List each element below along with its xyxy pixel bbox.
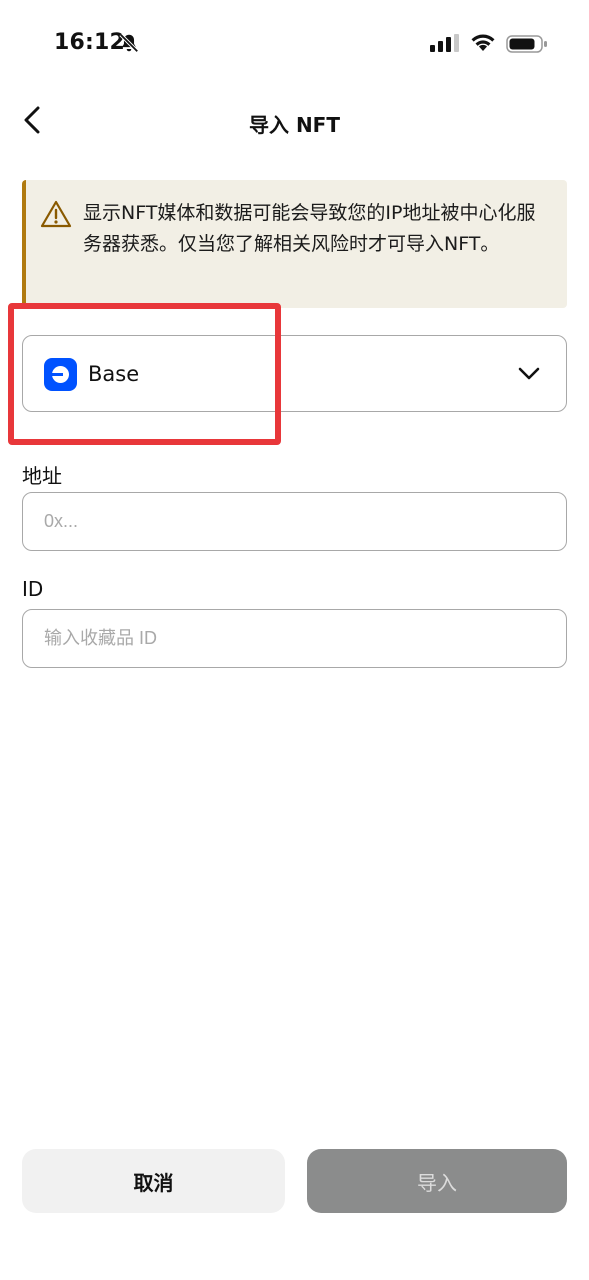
wifi-icon: [471, 34, 495, 51]
base-network-icon: [44, 358, 77, 391]
address-input[interactable]: [22, 492, 567, 551]
page-title: 导入 NFT: [248, 113, 340, 137]
nav-bar: 导入 NFT: [0, 92, 589, 152]
address-label: 地址: [22, 464, 62, 488]
network-select[interactable]: Base: [22, 335, 567, 412]
import-button[interactable]: 导入: [307, 1149, 567, 1213]
cellular-signal-icon: [430, 34, 459, 52]
id-input[interactable]: [22, 609, 567, 668]
id-label: ID: [22, 577, 44, 601]
selected-network-label: Base: [88, 362, 140, 386]
warning-triangle-icon: [40, 200, 72, 228]
chevron-down-icon: [518, 367, 540, 380]
warning-text: 显示NFT媒体和数据可能会导致您的IP地址被中心化服务器获悉。仅当您了解相关风险…: [83, 202, 536, 255]
bell-muted-icon: [119, 33, 139, 53]
status-time: 16:12: [54, 30, 126, 55]
privacy-warning-banner: 显示NFT媒体和数据可能会导致您的IP地址被中心化服务器获悉。仅当您了解相关风险…: [22, 180, 567, 308]
status-bar: 16:12: [0, 0, 589, 90]
cancel-button[interactable]: 取消: [22, 1149, 285, 1213]
battery-icon: [506, 35, 547, 53]
